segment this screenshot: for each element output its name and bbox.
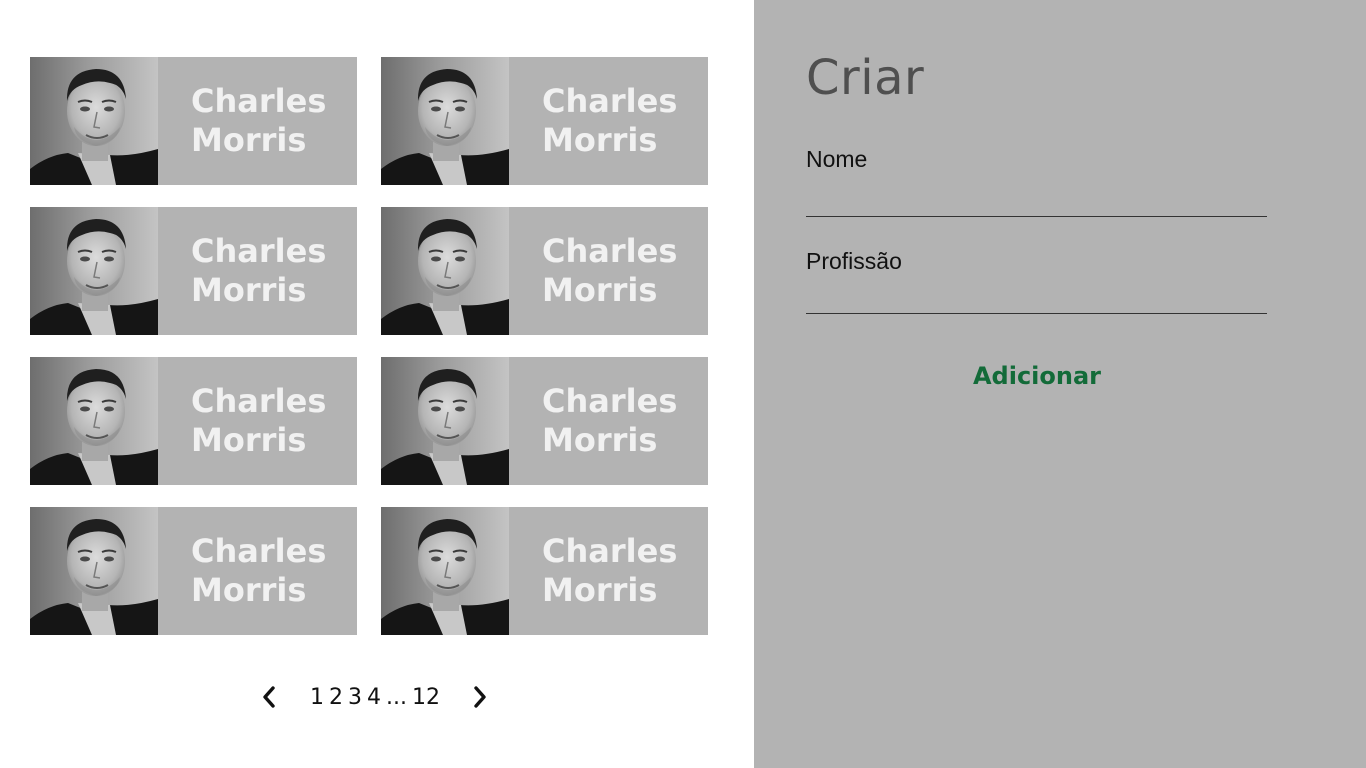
page-ellipsis: ... xyxy=(386,684,407,710)
member-name: Charles Morris xyxy=(158,357,357,485)
member-last-name: Morris xyxy=(542,421,658,459)
page-numbers: 1 2 3 4 ... 12 xyxy=(310,685,440,710)
member-last-name: Morris xyxy=(542,571,658,609)
member-name: Charles Morris xyxy=(158,507,357,635)
form-title: Criar xyxy=(806,50,925,106)
page-link-1[interactable]: 1 xyxy=(310,685,324,710)
member-photo xyxy=(30,57,158,185)
create-form-panel: Criar Nome Profissão Adicionar xyxy=(754,0,1366,768)
page-link-2[interactable]: 2 xyxy=(329,685,343,710)
member-first-name: Charles xyxy=(191,382,327,420)
page-link-3[interactable]: 3 xyxy=(348,685,362,710)
member-card[interactable]: Charles Morris xyxy=(381,507,708,635)
member-last-name: Morris xyxy=(542,271,658,309)
member-last-name: Morris xyxy=(191,421,307,459)
profession-label: Profissão xyxy=(806,248,902,274)
member-photo xyxy=(381,357,509,485)
member-card[interactable]: Charles Morris xyxy=(30,57,357,185)
member-last-name: Morris xyxy=(191,271,307,309)
member-photo xyxy=(30,207,158,335)
pagination: 1 2 3 4 ... 12 xyxy=(258,680,491,714)
member-card[interactable]: Charles Morris xyxy=(30,207,357,335)
member-card[interactable]: Charles Morris xyxy=(381,357,708,485)
add-button[interactable]: Adicionar xyxy=(954,356,1120,396)
member-first-name: Charles xyxy=(542,232,678,270)
member-first-name: Charles xyxy=(542,82,678,120)
member-first-name: Charles xyxy=(191,232,327,270)
member-card[interactable]: Charles Morris xyxy=(381,207,708,335)
member-photo xyxy=(381,57,509,185)
member-name: Charles Morris xyxy=(509,57,708,185)
page-link-last[interactable]: 12 xyxy=(412,685,440,710)
chevron-left-icon[interactable] xyxy=(258,682,280,712)
member-name: Charles Morris xyxy=(509,507,708,635)
member-last-name: Morris xyxy=(542,121,658,159)
member-first-name: Charles xyxy=(191,532,327,570)
member-list-panel: Charles Morris Charles Morris Charles Mo… xyxy=(0,0,754,768)
name-input[interactable] xyxy=(806,185,1267,217)
member-photo xyxy=(381,507,509,635)
member-card[interactable]: Charles Morris xyxy=(30,507,357,635)
profession-input[interactable] xyxy=(806,282,1267,314)
member-first-name: Charles xyxy=(191,82,327,120)
member-last-name: Morris xyxy=(191,121,307,159)
member-card-grid: Charles Morris Charles Morris Charles Mo… xyxy=(30,57,708,635)
member-last-name: Morris xyxy=(191,571,307,609)
member-name: Charles Morris xyxy=(158,57,357,185)
page-link-4[interactable]: 4 xyxy=(367,685,381,710)
member-name: Charles Morris xyxy=(509,207,708,335)
member-photo xyxy=(30,507,158,635)
chevron-right-icon[interactable] xyxy=(469,682,491,712)
member-name: Charles Morris xyxy=(509,357,708,485)
member-card[interactable]: Charles Morris xyxy=(30,357,357,485)
member-photo xyxy=(30,357,158,485)
member-name: Charles Morris xyxy=(158,207,357,335)
member-card[interactable]: Charles Morris xyxy=(381,57,708,185)
member-photo xyxy=(381,207,509,335)
name-label: Nome xyxy=(806,146,868,172)
member-first-name: Charles xyxy=(542,382,678,420)
member-first-name: Charles xyxy=(542,532,678,570)
